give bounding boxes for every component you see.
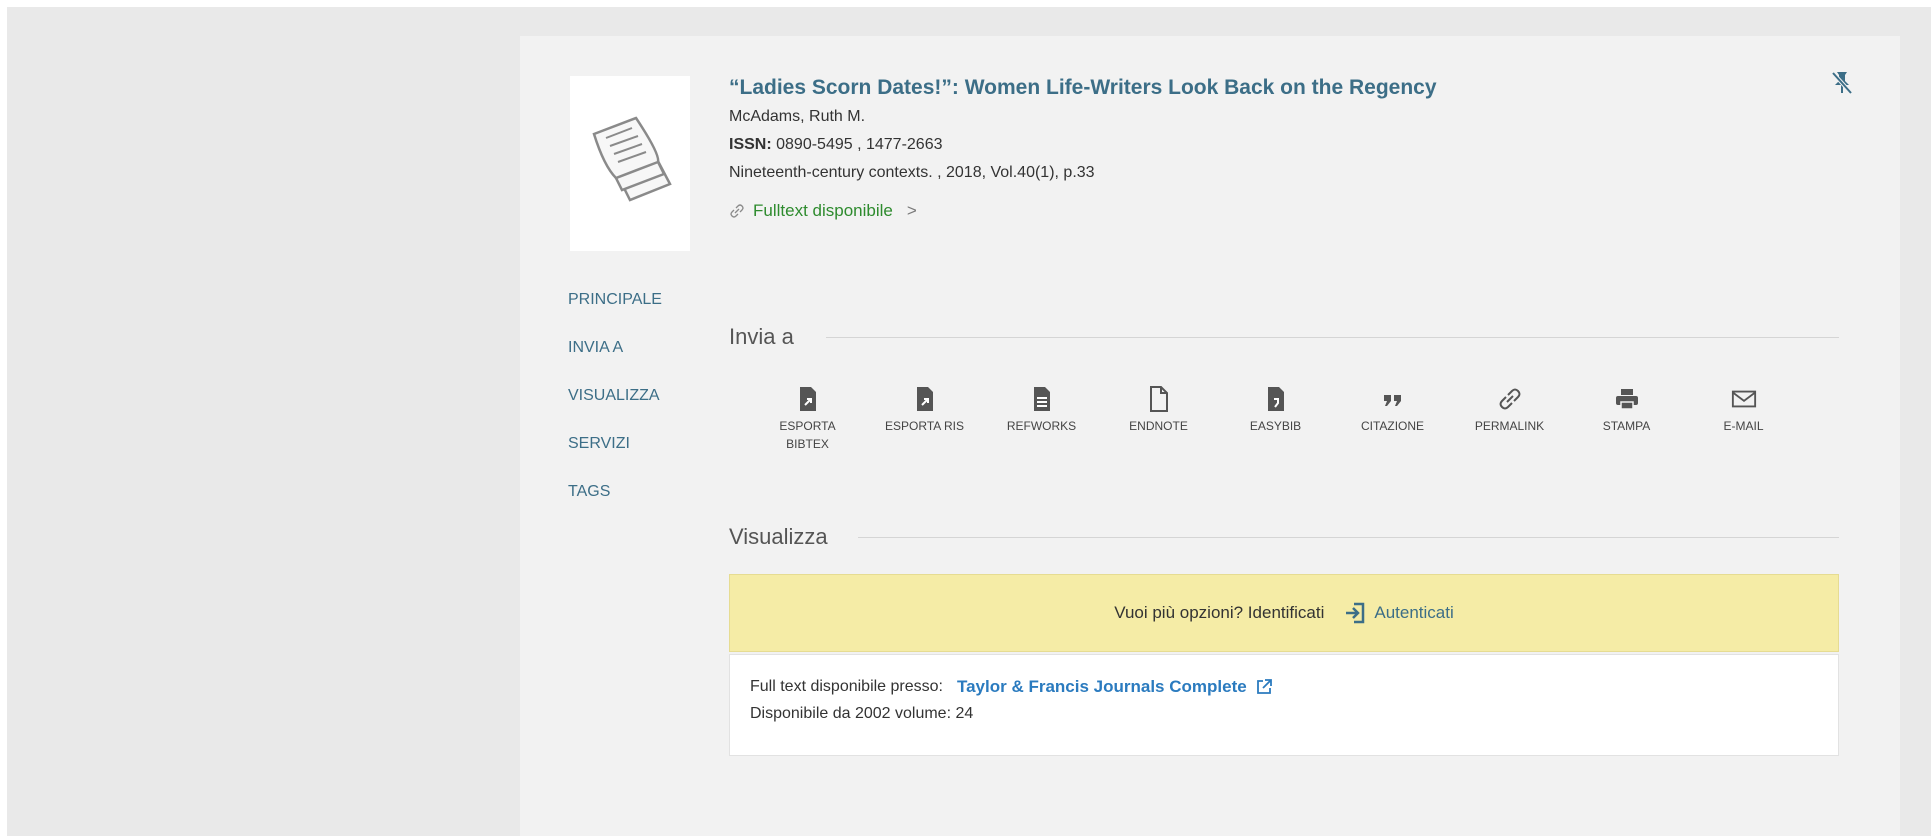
action-label: STAMPA <box>1602 419 1651 433</box>
nav-item-servizi[interactable]: SERVIZI <box>568 434 662 482</box>
fulltext-availability-panel: Full text disponibile presso: Taylor & F… <box>729 654 1839 756</box>
printer-icon <box>1614 384 1640 414</box>
record-section-nav: PRINCIPALE INVIA A VISUALIZZA SERVIZI TA… <box>568 290 662 530</box>
chevron-right-icon: > <box>906 201 917 220</box>
link-icon <box>730 204 744 218</box>
action-label: E-MAIL <box>1723 419 1764 433</box>
file-export-icon <box>795 384 821 414</box>
issn-value: 0890-5495 , 1477-2663 <box>776 136 943 153</box>
document-outline-icon <box>1146 384 1172 414</box>
section-title-visualizza: Visualizza <box>729 524 828 549</box>
action-label: EASYBIB <box>1249 419 1302 433</box>
nav-item-visualizza[interactable]: VISUALIZZA <box>568 386 662 434</box>
record-card: “Ladies Scorn Dates!”: Women Life-Writer… <box>520 36 1900 836</box>
print-button[interactable]: STAMPA <box>1568 384 1685 453</box>
action-label: ENDNOTE <box>1129 419 1188 433</box>
endnote-button[interactable]: ENDNOTE <box>1100 384 1217 453</box>
envelope-icon <box>1731 384 1757 414</box>
unpin-icon[interactable] <box>1830 70 1854 96</box>
nav-item-invia-a[interactable]: INVIA A <box>568 338 662 386</box>
external-link-icon <box>1256 679 1272 694</box>
record-title[interactable]: “Ladies Scorn Dates!”: Women Life-Writer… <box>729 76 1437 100</box>
send-to-actions: ESPORTA BIBTEX ESPORTA RIS REFWORKS ENDN… <box>749 384 1802 453</box>
quote-icon <box>1380 384 1406 414</box>
permalink-button[interactable]: PERMALINK <box>1451 384 1568 453</box>
provider-link[interactable]: Taylor & Francis Journals Complete <box>957 677 1273 697</box>
record-issn: ISSN: 0890-5495 , 1477-2663 <box>729 136 943 154</box>
action-label: ESPORTA BIBTEX <box>779 419 836 451</box>
login-link-label: Autenticati <box>1374 603 1454 622</box>
login-prompt-text: Vuoi più opzioni? Identificati <box>1114 603 1325 622</box>
refworks-button[interactable]: REFWORKS <box>983 384 1100 453</box>
availability-row: Full text disponibile presso: Taylor & F… <box>750 677 1818 697</box>
export-bibtex-button[interactable]: ESPORTA BIBTEX <box>749 384 866 453</box>
action-label: REFWORKS <box>1006 419 1077 433</box>
login-link[interactable]: Autenticati <box>1344 601 1454 625</box>
file-export-icon <box>912 384 938 414</box>
coverage-text: Disponibile da 2002 volume: 24 <box>750 705 974 722</box>
fulltext-label: Fulltext disponibile <box>753 201 893 220</box>
easybib-button[interactable]: EASYBIB <box>1217 384 1334 453</box>
provider-name: Taylor & Francis Journals Complete <box>956 677 1247 696</box>
action-label: ESPORTA RIS <box>885 419 964 433</box>
nav-item-principale[interactable]: PRINCIPALE <box>568 290 662 338</box>
document-lines-icon <box>1029 384 1055 414</box>
citation-button[interactable]: CITAZIONE <box>1334 384 1451 453</box>
sign-in-icon <box>1346 602 1365 624</box>
export-ris-button[interactable]: ESPORTA RIS <box>866 384 983 453</box>
easybib-icon <box>1263 384 1289 414</box>
record-source: Nineteenth-century contexts. , 2018, Vol… <box>729 164 1095 181</box>
issn-label: ISSN: <box>729 136 772 153</box>
login-prompt-bar: Vuoi più opzioni? Identificati Autentica… <box>729 574 1839 652</box>
fulltext-availability-link[interactable]: Fulltext disponibile > <box>729 201 917 221</box>
section-title-invia-a: Invia a <box>729 324 794 349</box>
record-author: McAdams, Ruth M. <box>729 108 866 125</box>
section-divider <box>826 337 1839 338</box>
link-icon <box>1497 384 1523 414</box>
action-label: CITAZIONE <box>1360 419 1425 433</box>
record-thumbnail <box>570 76 690 251</box>
section-divider <box>858 537 1839 538</box>
nav-item-tags[interactable]: TAGS <box>568 482 662 530</box>
available-at-label: Full text disponibile presso: <box>750 678 943 695</box>
email-button[interactable]: E-MAIL <box>1685 384 1802 453</box>
action-label: PERMALINK <box>1474 419 1545 433</box>
document-thumbnail-icon <box>592 116 672 202</box>
